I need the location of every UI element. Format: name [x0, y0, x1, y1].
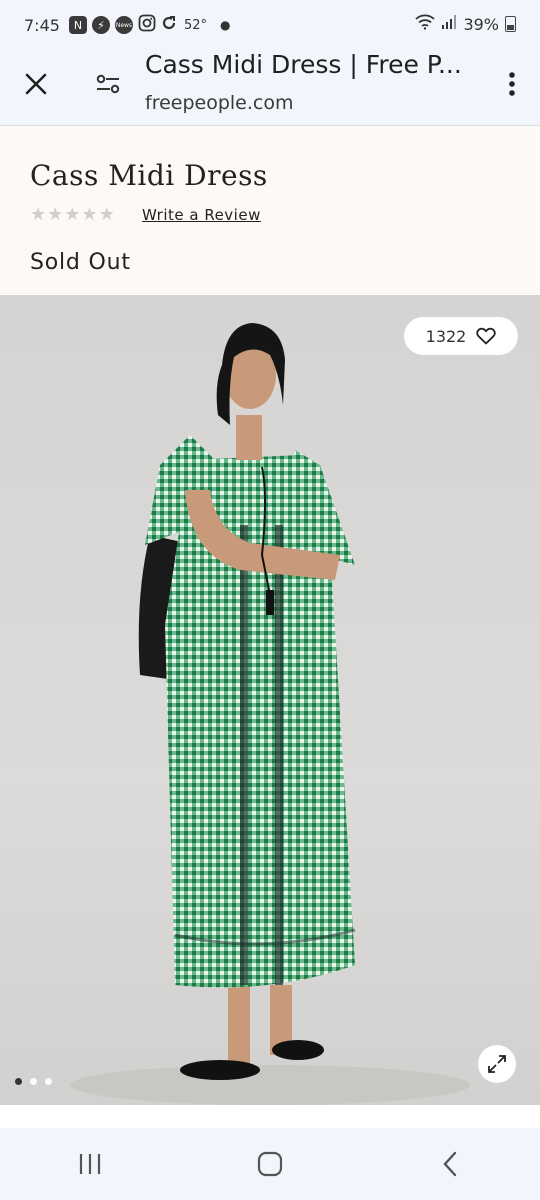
n-app-icon: N: [68, 16, 87, 34]
home-icon: [257, 1151, 283, 1177]
home-button[interactable]: [240, 1134, 300, 1194]
tune-icon: [96, 74, 120, 94]
back-icon: [443, 1151, 457, 1177]
carousel-dot[interactable]: [15, 1078, 22, 1085]
custom-tab-header: Cass Midi Dress | Free P... freepeople.c…: [0, 50, 540, 126]
expand-image-button[interactable]: [478, 1045, 516, 1083]
temperature: 52°: [183, 17, 207, 33]
heart-icon: [476, 327, 497, 345]
expand-icon: [488, 1055, 506, 1073]
signal-icon: [441, 14, 457, 34]
page-title: Cass Midi Dress | Free P...: [145, 50, 462, 79]
carousel-dot[interactable]: [45, 1078, 52, 1085]
wifi-icon: [415, 14, 436, 34]
more-vertical-icon: [509, 72, 515, 96]
notification-dot-icon: ●: [219, 18, 231, 32]
battery-level: 39%: [463, 14, 499, 34]
star-icon: ★: [30, 204, 47, 225]
overflow-menu-button[interactable]: [502, 68, 522, 100]
status-bar: 7:45 N ⚡ News 52° ● 39%: [0, 0, 540, 50]
bolt-app-icon: ⚡: [91, 16, 110, 34]
product-title: Cass Midi Dress: [30, 159, 268, 192]
recent-apps-icon: [79, 1154, 101, 1174]
product-image[interactable]: 1322: [0, 295, 540, 1105]
write-review-link[interactable]: Write a Review: [142, 206, 261, 224]
star-icon: ★: [98, 204, 115, 225]
rating-stars: ★ ★ ★ ★ ★: [30, 205, 115, 225]
back-button[interactable]: [420, 1134, 480, 1194]
page-domain: freepeople.com: [145, 92, 294, 114]
recent-apps-button[interactable]: [60, 1134, 120, 1194]
favorite-button[interactable]: 1322: [404, 317, 518, 355]
refresh-app-icon: [161, 15, 177, 35]
availability-status: Sold Out: [30, 250, 131, 275]
close-icon: [25, 73, 47, 95]
battery-icon: [505, 16, 516, 32]
instagram-icon: [138, 14, 156, 36]
product-header: Cass Midi Dress ★ ★ ★ ★ ★ Write a Review…: [0, 126, 540, 294]
site-settings-button[interactable]: [90, 66, 126, 102]
model-in-dress-image: [70, 323, 470, 1105]
favorites-count: 1322: [425, 326, 467, 346]
system-navigation-bar: [0, 1128, 540, 1200]
star-icon: ★: [81, 204, 98, 225]
close-button[interactable]: [18, 66, 54, 102]
news-app-icon: News: [114, 16, 133, 34]
status-time: 7:45: [24, 15, 60, 35]
image-carousel-indicator: [15, 1078, 52, 1085]
carousel-dot[interactable]: [30, 1078, 37, 1085]
star-icon: ★: [47, 204, 64, 225]
star-icon: ★: [64, 204, 81, 225]
